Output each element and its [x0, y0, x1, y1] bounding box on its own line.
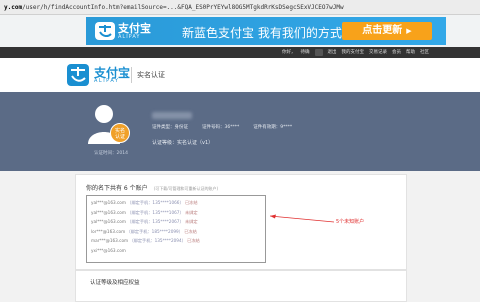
nav-member[interactable]: 会员: [392, 47, 401, 58]
accounts-card: 你的名下共有 6 个账户 (可下载/可管理和可重新认证的账户) yal***@16…: [75, 174, 407, 270]
list-item[interactable]: mar***@163.com （绑定手机：135****2094） 已冻结: [91, 236, 261, 246]
accounts-title: 你的名下共有 6 个账户 (可下载/可管理和可重新认证的账户): [86, 185, 219, 192]
address-bar[interactable]: y.com/user/h/findAccountInfo.htm?emailSo…: [0, 0, 480, 15]
list-item[interactable]: lor***@163.com （绑定手机：185****2099） 已冻结: [91, 227, 261, 237]
list-item[interactable]: yal***@163.com （绑定手机：135****1067） 未绑定: [91, 208, 261, 218]
top-nav: 你好， 待确 退出 我的支付宝 交易记录 会员 帮助 社区: [0, 47, 480, 58]
masked-name: [152, 112, 192, 119]
nav-username[interactable]: 待确: [301, 47, 310, 58]
verified-since: 认证时间：2014: [94, 151, 128, 156]
nav-help[interactable]: 帮助: [406, 47, 415, 58]
page-header: 支付宝 ALIPAY 实名认证: [0, 58, 480, 92]
play-arrow-icon: ▶: [406, 27, 412, 35]
list-item[interactable]: yal***@163.com （绑定手机：135****2067） 未绑定: [91, 217, 261, 227]
id-validity: 证件有效期：9****: [253, 125, 293, 130]
benefits-title: 认证等级及相应权益: [90, 280, 140, 286]
update-button[interactable]: 点击更新 ▶: [342, 22, 432, 40]
id-type: 证件类型：身份证: [152, 125, 188, 130]
promo-banner-panel[interactable]: 支付宝 ALIPAY 新蓝色支付宝 我有我们的方式 点击更新 ▶: [86, 17, 446, 45]
alipay-logo-icon: [95, 22, 115, 40]
alipay-logo-icon[interactable]: [66, 63, 90, 87]
header-logo-subtext: ALIPAY: [94, 78, 120, 84]
unknown-accounts-annotation: 5个未知账户: [336, 219, 365, 225]
nav-logout[interactable]: 退出: [328, 47, 337, 58]
banner-logo-subtext: ALIPAY: [118, 34, 141, 40]
nav-community[interactable]: 社区: [420, 47, 429, 58]
verified-badge: 实名 认证: [110, 123, 130, 143]
id-number: 证件号码：36****: [202, 125, 240, 130]
header-divider: [131, 67, 132, 83]
cert-level: 认证等级：实名认证（v1）: [152, 140, 214, 146]
identity-stats: 证件类型：身份证 证件号码：36**** 证件有效期：9****: [152, 124, 292, 130]
benefits-card: 认证等级及相应权益: [75, 270, 407, 302]
accounts-list: yal***@163.com （绑定手机：135****1066） 已冻结 ya…: [86, 195, 266, 263]
nav-my-alipay[interactable]: 我的支付宝: [342, 47, 365, 58]
list-item[interactable]: yxi***@163.com: [91, 246, 261, 256]
nav-dropdown-button[interactable]: [314, 49, 323, 56]
annotation-arrow-icon: [269, 214, 335, 223]
nav-greeting: 你好，: [282, 50, 296, 55]
list-item[interactable]: yal***@163.com （绑定手机：135****1066） 已冻结: [91, 198, 261, 208]
promo-banner: 支付宝 ALIPAY 新蓝色支付宝 我有我们的方式 点击更新 ▶: [0, 15, 480, 47]
banner-slogan: 新蓝色支付宝 我有我们的方式: [182, 26, 342, 40]
nav-transactions[interactable]: 交易记录: [369, 47, 387, 58]
profile-section: 实名 认证 认证时间：2014 证件类型：身份证 证件号码：36**** 证件有…: [0, 92, 480, 171]
page-title: 实名认证: [137, 71, 165, 79]
